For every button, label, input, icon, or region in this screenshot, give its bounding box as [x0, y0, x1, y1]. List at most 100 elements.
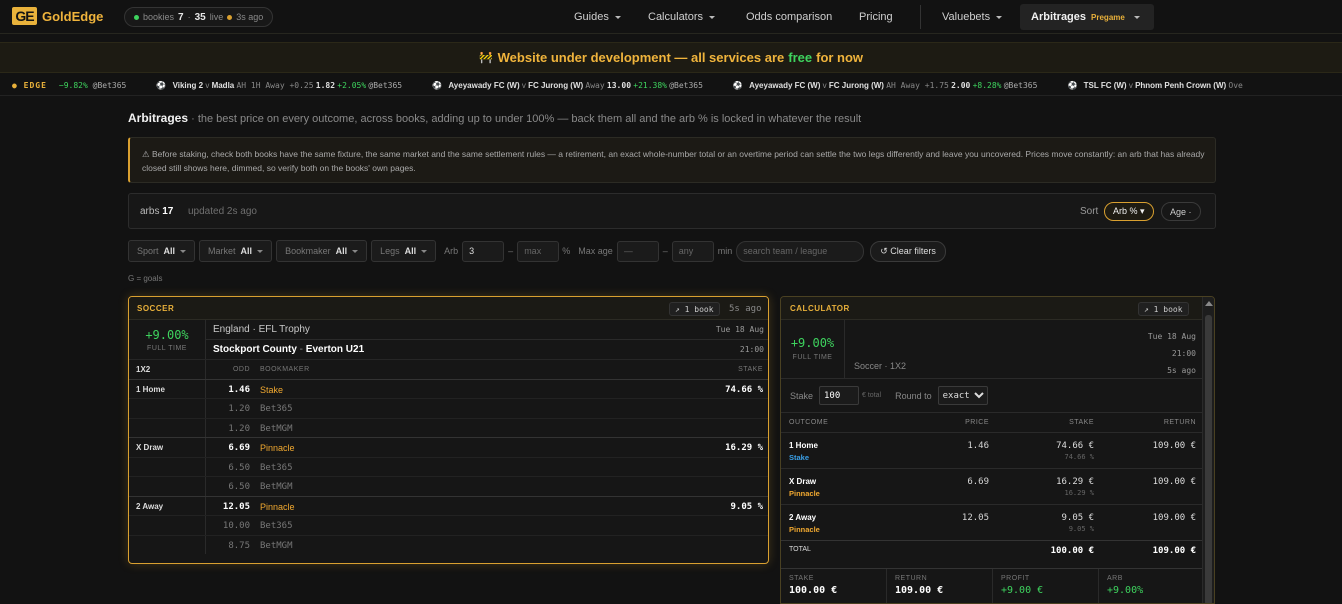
arbs-toolbar: arbs 17 updated 2s ago Sort Arb % ▾ Age … [128, 193, 1216, 229]
market-filter[interactable]: Market All [199, 240, 273, 262]
arb-min-input[interactable] [462, 240, 505, 262]
table-row[interactable]: 6.50 Bet365 [129, 456, 768, 476]
sort-label: Sort [1080, 206, 1099, 217]
logo[interactable]: GE GoldEdge [12, 7, 103, 25]
page-title: Arbitrages [128, 111, 189, 125]
page-subtitle: · the best price on every outcome, acros… [191, 113, 862, 125]
calc-period: FULL TIME [792, 354, 833, 361]
table-row[interactable]: 1.20 Bet365 [129, 398, 768, 418]
live-count: 35 [194, 11, 206, 23]
sort-age-button[interactable]: Age · [1161, 202, 1201, 221]
round-to-select[interactable]: exact [937, 386, 988, 405]
table-row: 1 Home Stake 1.46 74.66 €74.66 % 109.00 € [781, 432, 1204, 468]
bookmaker-filter[interactable]: Bookmaker All [276, 240, 368, 262]
table-row[interactable]: 1.20 BetMGM [129, 417, 768, 437]
books-badge[interactable]: ↗ 1 book [1138, 302, 1189, 316]
menu-calculators[interactable]: Calculators [648, 0, 716, 34]
calc-bookmaker: Pinnacle [789, 489, 820, 498]
scroll-up-icon[interactable] [1205, 301, 1213, 306]
event-time: 21:00 [739, 345, 764, 354]
summary-return: RETURN 109.00 € [887, 569, 993, 603]
table-row[interactable]: 10.00 Bet365 [129, 515, 768, 535]
table-row[interactable]: 6.50 BetMGM [129, 476, 768, 496]
arb-max-input[interactable] [517, 240, 560, 262]
menu-valuebets[interactable]: Valuebets [942, 0, 1003, 34]
event-teams: Stockport County - Everton U21 [213, 344, 365, 355]
ticker-item[interactable]: −9.82% @Bet365 [59, 81, 126, 90]
ticker-item[interactable]: ⚽ Ayeyawady FC (W) v FC Jurong (W) AH Aw… [715, 81, 1038, 90]
chevron-down-icon [180, 249, 187, 253]
calc-bookmaker: Stake [789, 453, 810, 462]
odds-table: 1X2 ODD BOOKMAKER STAKE 1 Home 1.46 Stak… [129, 359, 768, 554]
books-badge[interactable]: ↗ 1 book [669, 302, 720, 316]
top-nav: GE GoldEdge bookies 7 · 35 live 3s ago G… [0, 0, 1342, 34]
pregame-badge: Pregame [1091, 12, 1125, 22]
logo-mark: GE [12, 7, 37, 25]
menu-odds-comparison[interactable]: Odds comparison [746, 0, 832, 34]
arbs-updated: updated 2s ago [188, 206, 257, 217]
arbs-count: arbs 17 [140, 206, 174, 217]
sport-filter[interactable]: Sport All [128, 240, 196, 262]
calc-event: Tue 18 Aug 21:00 5s ago Soccer · 1X2 [845, 320, 1204, 378]
market-label: 1X2 [129, 360, 206, 379]
calc-age: 5s ago [1167, 366, 1196, 375]
calc-total-row: TOTAL 100.00 € 109.00 € [781, 540, 1204, 560]
table-row: 2 Away Pinnacle 12.05 9.05 €9.05 % 109.00… [781, 504, 1204, 540]
menu-arbitrages[interactable]: Arbitrages Pregame [1020, 4, 1154, 30]
legend-note: G = goals [128, 274, 163, 283]
menu-pricing[interactable]: Pricing [859, 0, 893, 34]
soccer-ball-icon: ⚽ [1067, 81, 1078, 90]
legs-filter[interactable]: Legs All [371, 240, 437, 262]
table-row[interactable]: 1 Home 1.46 Stake 74.66 % [129, 378, 768, 398]
table-row[interactable]: 8.75 BetMGM [129, 534, 768, 554]
clear-filters-button[interactable]: ↺ Clear filters [870, 240, 946, 262]
page-heading: Arbitrages · the best price on every out… [128, 111, 861, 125]
calc-time: 21:00 [1171, 349, 1196, 358]
chevron-down-icon [709, 15, 716, 19]
calc-bookmaker: Pinnacle [789, 525, 820, 534]
calc-arb-percent: +9.00% [790, 336, 835, 350]
calc-market: Soccer · 1X2 [854, 361, 907, 371]
soccer-ball-icon: ⚽ [432, 81, 443, 90]
stake-controls: Stake € total Round to exact [781, 378, 1204, 412]
sport-label: SOCCER [137, 304, 175, 313]
event-info: England · EFL Trophy Tue 18 Aug Stockpor… [206, 320, 768, 359]
calc-scrollbar[interactable] [1202, 297, 1214, 603]
status-pill: bookies 7 · 35 live 3s ago [124, 7, 274, 27]
arb-percent: +9.00% [145, 328, 189, 342]
ticker-item[interactable]: ⚽ Viking 2 v Madla AH 1H Away +0.25 1.82… [138, 81, 402, 90]
summary-arb: ARB +9.00% [1107, 575, 1144, 596]
arb-card-header: SOCCER ↗ 1 book 5s ago [129, 297, 768, 320]
filter-bar: Sport All Market All Bookmaker All Legs All … [128, 240, 946, 262]
chevron-down-icon [996, 15, 1003, 19]
chevron-down-icon [1133, 15, 1140, 19]
stake-input[interactable] [819, 386, 860, 405]
age-max-input[interactable] [671, 240, 714, 262]
calc-summary: +9.00% FULL TIME [781, 320, 845, 378]
bookies-dot-icon [134, 14, 139, 20]
calculator-panel: CALCULATOR ↗ 1 book +9.00% FULL TIME Tue… [780, 296, 1215, 604]
summary-profit: PROFIT +9.00 € [993, 569, 1099, 603]
sort-arb-pct-button[interactable]: Arb % ▾ [1104, 202, 1154, 221]
menu-guides[interactable]: Guides [574, 0, 621, 34]
warning-notice: ⚠ Before staking, check both books have … [128, 137, 1216, 183]
age-min-input[interactable] [616, 240, 659, 262]
arb-summary: +9.00% FULL TIME [129, 320, 206, 359]
chevron-down-icon [352, 249, 359, 253]
event-date: Tue 18 Aug [715, 325, 764, 334]
scrollbar-thumb[interactable] [1205, 315, 1212, 603]
edge-ticker: ● EDGE −9.82% @Bet365 ⚽ Viking 2 v Madla… [0, 76, 1342, 96]
dev-banner: 🚧 Website under development — all servic… [0, 42, 1342, 73]
ticker-item[interactable]: ⚽ TSL FC (W) v Phnom Penh Crown (W) Ove [1049, 81, 1242, 90]
ticker-item[interactable]: ⚽ Ayeyawady FC (W) v FC Jurong (W) Away … [414, 81, 703, 90]
chevron-down-icon [421, 249, 428, 253]
status-updated: 3s ago [236, 12, 264, 22]
table-row[interactable]: 2 Away 12.05 Pinnacle 9.05 % [129, 495, 768, 515]
search-input[interactable] [736, 240, 865, 262]
nav-divider [920, 5, 921, 29]
calculator-header: CALCULATOR ↗ 1 book [781, 297, 1214, 320]
odds-table-header: 1X2 ODD BOOKMAKER STAKE [129, 359, 768, 379]
table-row[interactable]: X Draw 6.69 Pinnacle 16.29 % [129, 437, 768, 457]
chevron-down-icon [257, 249, 264, 253]
arb-card[interactable]: SOCCER ↗ 1 book 5s ago +9.00% FULL TIME … [128, 296, 769, 564]
